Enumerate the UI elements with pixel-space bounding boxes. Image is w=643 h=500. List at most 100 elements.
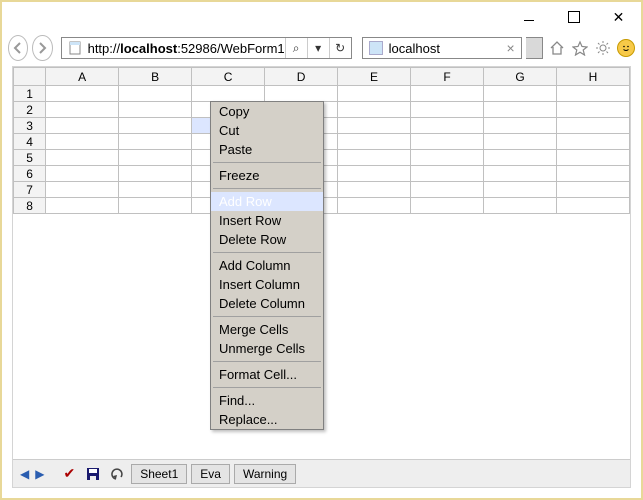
save-icon[interactable] xyxy=(83,467,103,481)
cell[interactable] xyxy=(556,134,629,150)
cell[interactable] xyxy=(119,118,192,134)
cell[interactable] xyxy=(119,198,192,214)
ctx-add-column[interactable]: Add Column xyxy=(211,256,323,275)
eval-button[interactable]: Eva xyxy=(191,464,230,484)
select-all-corner[interactable] xyxy=(14,68,46,86)
cell[interactable] xyxy=(556,102,629,118)
cell[interactable] xyxy=(119,102,192,118)
row-header[interactable]: 4 xyxy=(14,134,46,150)
cell[interactable] xyxy=(46,150,119,166)
feedback-icon[interactable] xyxy=(617,37,635,59)
commit-icon[interactable]: ✔ xyxy=(59,465,79,482)
cell[interactable] xyxy=(484,166,557,182)
warning-button[interactable]: Warning xyxy=(234,464,296,484)
row-header[interactable]: 2 xyxy=(14,102,46,118)
cell[interactable] xyxy=(484,118,557,134)
cell[interactable] xyxy=(411,134,484,150)
sheet-tab[interactable]: Sheet1 xyxy=(131,464,187,484)
forward-button[interactable] xyxy=(32,35,52,61)
home-icon[interactable] xyxy=(549,37,566,59)
cell[interactable] xyxy=(46,166,119,182)
cell[interactable] xyxy=(338,118,411,134)
col-header[interactable]: E xyxy=(338,68,411,86)
cell[interactable] xyxy=(119,182,192,198)
cell[interactable] xyxy=(338,134,411,150)
row-header[interactable]: 8 xyxy=(14,198,46,214)
back-button[interactable] xyxy=(8,35,28,61)
ctx-freeze[interactable]: Freeze xyxy=(211,166,323,185)
cell[interactable] xyxy=(338,102,411,118)
cell[interactable] xyxy=(411,86,484,102)
ctx-format-cell[interactable]: Format Cell... xyxy=(211,365,323,384)
col-header[interactable]: H xyxy=(556,68,629,86)
row-header[interactable]: 1 xyxy=(14,86,46,102)
ctx-delete-column[interactable]: Delete Column xyxy=(211,294,323,313)
tab-close-button[interactable]: × xyxy=(506,40,514,56)
ctx-paste[interactable]: Paste xyxy=(211,140,323,159)
cell[interactable] xyxy=(556,150,629,166)
ctx-copy[interactable]: Copy xyxy=(211,102,323,121)
col-header[interactable]: G xyxy=(484,68,557,86)
browser-tab[interactable]: localhost × xyxy=(362,37,522,59)
cell[interactable] xyxy=(556,118,629,134)
ctx-find[interactable]: Find... xyxy=(211,391,323,410)
cell[interactable] xyxy=(411,198,484,214)
cell[interactable] xyxy=(338,182,411,198)
maximize-button[interactable] xyxy=(551,2,596,32)
address-bar[interactable]: http://localhost:52986/WebForm1 ⌕ ▾ ↻ xyxy=(61,37,352,59)
ctx-merge-cells[interactable]: Merge Cells xyxy=(211,320,323,339)
cell[interactable] xyxy=(484,182,557,198)
cell[interactable] xyxy=(46,118,119,134)
row-header[interactable]: 6 xyxy=(14,166,46,182)
cell[interactable] xyxy=(265,86,338,102)
row-header[interactable]: 5 xyxy=(14,150,46,166)
cell[interactable] xyxy=(556,198,629,214)
cell[interactable] xyxy=(119,86,192,102)
cell[interactable] xyxy=(46,198,119,214)
ctx-unmerge-cells[interactable]: Unmerge Cells xyxy=(211,339,323,358)
cell[interactable] xyxy=(119,150,192,166)
col-header[interactable]: D xyxy=(265,68,338,86)
favorites-icon[interactable] xyxy=(571,37,588,59)
ctx-insert-row[interactable]: Insert Row xyxy=(211,211,323,230)
cell[interactable] xyxy=(411,182,484,198)
refresh-button[interactable]: ↻ xyxy=(329,38,351,58)
cell[interactable] xyxy=(411,118,484,134)
minimize-button[interactable] xyxy=(506,2,551,32)
ctx-insert-column[interactable]: Insert Column xyxy=(211,275,323,294)
cell[interactable] xyxy=(484,150,557,166)
cell[interactable] xyxy=(411,166,484,182)
cell[interactable] xyxy=(338,86,411,102)
cell[interactable] xyxy=(338,150,411,166)
cell[interactable] xyxy=(46,134,119,150)
cell[interactable] xyxy=(484,102,557,118)
cell[interactable] xyxy=(46,182,119,198)
cell[interactable] xyxy=(411,102,484,118)
search-indicator-icon[interactable]: ⌕ xyxy=(285,38,307,58)
cell[interactable] xyxy=(556,182,629,198)
cell[interactable] xyxy=(46,102,119,118)
undo-icon[interactable] xyxy=(107,467,127,481)
new-tab-button[interactable] xyxy=(526,37,543,59)
col-header[interactable]: B xyxy=(119,68,192,86)
close-window-button[interactable] xyxy=(596,2,641,32)
row-header[interactable]: 7 xyxy=(14,182,46,198)
cell[interactable] xyxy=(338,166,411,182)
cell[interactable] xyxy=(46,86,119,102)
col-header[interactable]: A xyxy=(46,68,119,86)
next-sheet-icon[interactable]: ▶ xyxy=(34,467,45,481)
prev-sheet-icon[interactable]: ◀ xyxy=(19,467,30,481)
ctx-replace[interactable]: Replace... xyxy=(211,410,323,429)
cell[interactable] xyxy=(556,166,629,182)
cell[interactable] xyxy=(338,198,411,214)
col-header[interactable]: C xyxy=(192,68,265,86)
url-dropdown-icon[interactable]: ▾ xyxy=(307,38,329,58)
cell[interactable] xyxy=(484,198,557,214)
cell[interactable] xyxy=(484,134,557,150)
cell[interactable] xyxy=(556,86,629,102)
cell[interactable] xyxy=(192,86,265,102)
cell[interactable] xyxy=(484,86,557,102)
tools-icon[interactable] xyxy=(594,37,611,59)
row-header[interactable]: 3 xyxy=(14,118,46,134)
ctx-cut[interactable]: Cut xyxy=(211,121,323,140)
